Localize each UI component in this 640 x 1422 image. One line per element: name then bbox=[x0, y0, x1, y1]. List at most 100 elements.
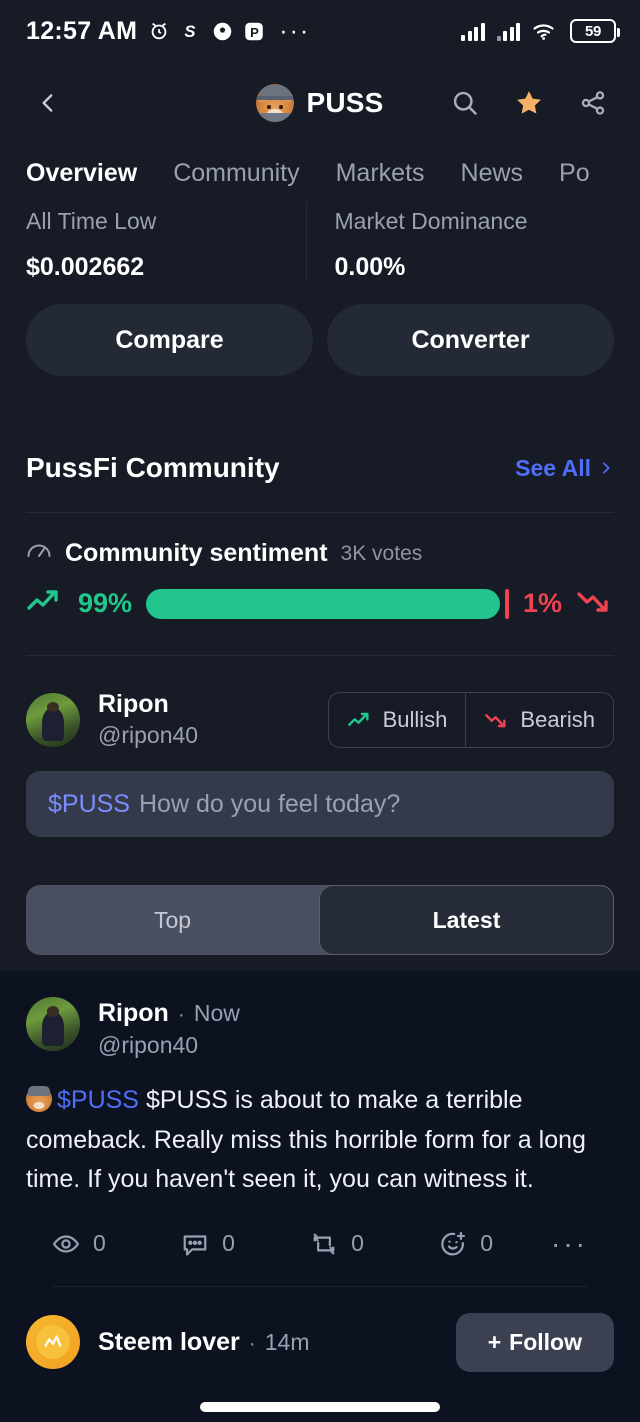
favorite-star-icon[interactable] bbox=[510, 84, 548, 122]
sentiment-vote-buttons: Bullish Bearish bbox=[327, 691, 614, 748]
svg-text:S: S bbox=[185, 22, 196, 41]
feed-filter-toggle: Top Latest bbox=[26, 885, 614, 955]
post-header: Ripon · Now @ripon40 bbox=[26, 997, 614, 1059]
section-tabs: Overview Community Markets News Po bbox=[0, 144, 640, 202]
status-time: 12:57 AM bbox=[26, 16, 138, 45]
tab-portfolio[interactable]: Po bbox=[559, 159, 590, 188]
action-pill-row: Compare Converter bbox=[0, 286, 640, 376]
trend-down-icon bbox=[576, 586, 614, 621]
tab-news[interactable]: News bbox=[461, 159, 524, 188]
status-bar-right: 59 bbox=[461, 19, 620, 43]
follow-button[interactable]: + Follow bbox=[455, 1312, 614, 1372]
sentiment-bar-row: 99% 1% bbox=[0, 568, 640, 621]
soccer-ball-icon bbox=[212, 21, 233, 42]
views-action[interactable]: 0 bbox=[52, 1230, 181, 1258]
tab-overview[interactable]: Overview bbox=[26, 159, 137, 188]
see-all-link[interactable]: See All bbox=[515, 455, 614, 482]
stat-all-time-low: All Time Low $0.002662 bbox=[26, 202, 306, 282]
bearish-percent: 1% bbox=[522, 588, 562, 618]
community-section-header: PussFi Community See All bbox=[0, 376, 640, 484]
battery-level: 59 bbox=[584, 22, 602, 40]
trend-up-icon bbox=[26, 586, 64, 621]
bullish-bar bbox=[146, 588, 501, 619]
add-reaction-icon bbox=[441, 1231, 466, 1255]
post-more-options-icon[interactable]: ··· bbox=[551, 1229, 588, 1257]
p-app-icon: P bbox=[244, 21, 264, 42]
bearish-vote-label: Bearish bbox=[520, 706, 595, 732]
compare-button[interactable]: Compare bbox=[26, 304, 313, 376]
bullish-vote-button[interactable]: Bullish bbox=[329, 693, 466, 747]
vote-user-handle: @ripon40 bbox=[98, 722, 199, 748]
community-feed: Ripon · Now @ripon40 $PUSS $PUSS is abou… bbox=[0, 971, 640, 1422]
post-body: $PUSS $PUSS is about to make a terrible … bbox=[26, 1081, 614, 1200]
post-time: 14m bbox=[264, 1328, 310, 1355]
post-author[interactable]: Steem lover bbox=[98, 1328, 240, 1357]
composer-placeholder: How do you feel today? bbox=[138, 789, 401, 818]
comment-count: 0 bbox=[222, 1230, 235, 1256]
post-ticker-link[interactable]: $PUSS bbox=[57, 1086, 139, 1114]
eye-icon bbox=[52, 1234, 80, 1253]
sentiment-bar bbox=[146, 588, 509, 619]
bearish-bar bbox=[505, 588, 509, 619]
status-bar-left: 12:57 AM S P ··· bbox=[26, 17, 310, 46]
sentiment-title: Community sentiment bbox=[65, 539, 328, 567]
sentiment-gauge-icon bbox=[26, 540, 52, 567]
tab-markets[interactable]: Markets bbox=[336, 159, 425, 188]
puss-cat-avatar-icon bbox=[256, 84, 295, 122]
bullish-vote-label: Bullish bbox=[382, 706, 448, 732]
composer-ticker: $PUSS bbox=[48, 789, 130, 818]
post-action-bar: 0 0 0 0 ··· bbox=[26, 1200, 614, 1258]
more-notifications-icon: ··· bbox=[279, 17, 311, 45]
post-separator: · bbox=[248, 1331, 256, 1355]
post-time: Now bbox=[193, 1000, 240, 1026]
post-separator: · bbox=[177, 1003, 185, 1026]
trend-down-icon bbox=[485, 713, 506, 727]
status-bar: 12:57 AM S P ··· 59 bbox=[0, 0, 640, 62]
converter-button[interactable]: Converter bbox=[327, 304, 614, 376]
comment-icon bbox=[183, 1234, 207, 1256]
tab-community[interactable]: Community bbox=[173, 159, 299, 188]
feed-post: Steem lover · 14m + Follow bbox=[0, 1287, 640, 1372]
chevron-right-icon bbox=[603, 462, 610, 474]
post-author-line: Ripon · Now bbox=[98, 999, 240, 1028]
back-button[interactable] bbox=[28, 83, 68, 123]
repost-icon bbox=[313, 1233, 335, 1254]
stat-market-dominance: Market Dominance 0.00% bbox=[305, 202, 615, 282]
views-count: 0 bbox=[93, 1230, 106, 1256]
post-meta: Ripon · Now @ripon40 bbox=[98, 997, 240, 1059]
bullish-percent: 99% bbox=[78, 588, 133, 618]
reaction-action[interactable]: 0 bbox=[439, 1230, 551, 1258]
avatar[interactable] bbox=[26, 1315, 80, 1369]
follow-label: Follow bbox=[509, 1328, 582, 1355]
stat-value: 0.00% bbox=[334, 253, 406, 281]
sentiment-header: Community sentiment 3K votes bbox=[0, 513, 640, 568]
reaction-count: 0 bbox=[480, 1230, 493, 1256]
see-all-label: See All bbox=[515, 454, 591, 481]
share-icon[interactable] bbox=[574, 84, 612, 122]
feed-filter-latest[interactable]: Latest bbox=[319, 885, 614, 955]
cmc-logo-icon bbox=[36, 1325, 70, 1359]
search-icon[interactable] bbox=[446, 84, 484, 122]
feed-filter-top[interactable]: Top bbox=[26, 885, 319, 955]
post-author[interactable]: Ripon bbox=[98, 999, 169, 1028]
home-indicator bbox=[200, 1402, 440, 1412]
avatar[interactable] bbox=[26, 997, 80, 1051]
community-section-title: PussFi Community bbox=[26, 452, 280, 483]
post-author-line: Steem lover · 14m bbox=[98, 1328, 310, 1357]
repost-count: 0 bbox=[351, 1230, 364, 1256]
signal-bars-2-icon bbox=[496, 21, 520, 41]
post-composer-input[interactable]: $PUSS How do you feel today? bbox=[26, 771, 614, 837]
repost-action[interactable]: 0 bbox=[310, 1230, 439, 1258]
bearish-vote-button[interactable]: Bearish bbox=[465, 692, 613, 747]
stat-label: All Time Low bbox=[26, 208, 157, 234]
plus-icon: + bbox=[487, 1328, 502, 1355]
comment-action[interactable]: 0 bbox=[181, 1230, 310, 1258]
page-content: All Time Low $0.002662 Market Dominance … bbox=[0, 202, 640, 1422]
stats-row: All Time Low $0.002662 Market Dominance … bbox=[0, 202, 640, 286]
sentiment-votes: 3K votes bbox=[340, 541, 423, 565]
alarm-icon bbox=[148, 20, 170, 42]
stat-label: Market Dominance bbox=[334, 208, 528, 234]
feed-post: Ripon · Now @ripon40 $PUSS $PUSS is abou… bbox=[0, 971, 640, 1287]
app-header: PUSS bbox=[0, 62, 640, 144]
stat-value: $0.002662 bbox=[26, 253, 145, 281]
